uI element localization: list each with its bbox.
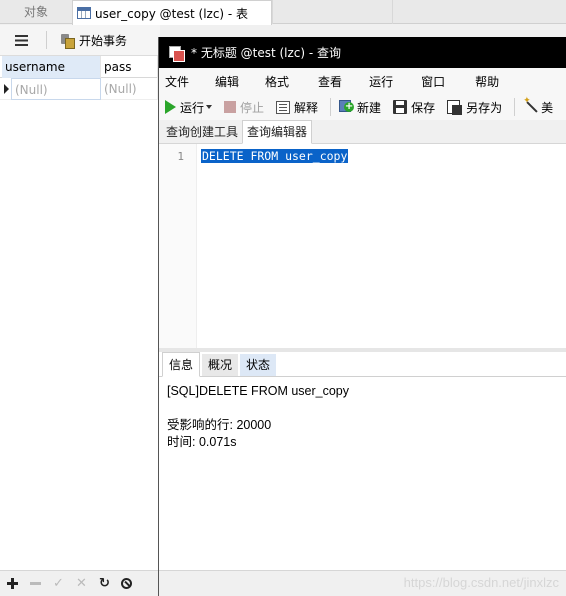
- background-toolbar: 开始事务: [0, 25, 160, 56]
- apply-check-icon[interactable]: ✓: [52, 577, 65, 590]
- result-time: 时间: 0.071s: [167, 435, 237, 449]
- menu-help[interactable]: 帮助: [475, 73, 499, 90]
- run-button[interactable]: 运行: [165, 99, 213, 116]
- magic-wand-icon: [523, 96, 537, 114]
- chevron-down-icon[interactable]: [206, 105, 213, 109]
- explain-icon: [276, 100, 291, 114]
- query-window-title: * 无标题 @test (lzc) - 查询: [191, 46, 342, 60]
- save-as-button[interactable]: 另存为: [447, 99, 502, 116]
- menu-window[interactable]: 窗口: [421, 73, 445, 90]
- menu-format[interactable]: 格式: [265, 73, 289, 90]
- watermark-text: https://blog.csdn.net/jinxlzc: [403, 575, 559, 590]
- query-title-bar[interactable]: * 无标题 @test (lzc) - 查询: [159, 37, 566, 68]
- result-blank-line: [167, 400, 558, 417]
- query-toolbar: 运行 停止 解释 新建 保存 另存为 美: [159, 94, 566, 120]
- line-number: 1: [177, 150, 184, 163]
- grid-cell-pass[interactable]: (Null): [101, 77, 158, 100]
- tab-query-editor[interactable]: 查询编辑器: [242, 120, 313, 144]
- grid-cell-username[interactable]: (Null): [11, 77, 101, 100]
- toolbar-separator: [514, 98, 516, 116]
- tab-profile[interactable]: 概况: [202, 354, 239, 376]
- result-affected-rows: 受影响的行: 20000: [167, 418, 272, 432]
- result-sql-line: [SQL]DELETE FROM user_copy: [167, 384, 350, 398]
- explain-label: 解释: [294, 100, 319, 115]
- hamburger-menu-icon[interactable]: [15, 34, 28, 46]
- save-disk-icon: [393, 100, 408, 114]
- transaction-icon[interactable]: [61, 33, 75, 49]
- stop-circle-icon[interactable]: [121, 578, 132, 589]
- query-tab-bar: 查询创建工具 查询编辑器: [159, 120, 566, 144]
- save-as-label: 另存为: [466, 100, 503, 115]
- line-number-gutter: 1: [159, 144, 197, 348]
- tab-divider: [272, 0, 286, 24]
- tab-status[interactable]: 状态: [240, 354, 277, 376]
- delete-record-icon[interactable]: [29, 577, 42, 590]
- column-header-pass[interactable]: pass: [101, 56, 158, 78]
- grid-header-row: username pass: [0, 56, 160, 78]
- new-query-button[interactable]: 新建: [339, 99, 381, 116]
- menu-bar: 文件 编辑 格式 查看 运行 窗口 帮助: [159, 68, 566, 94]
- save-as-icon: [447, 99, 463, 115]
- menu-file[interactable]: 文件: [165, 73, 189, 90]
- tab-query-builder[interactable]: 查询创建工具: [162, 121, 242, 143]
- menu-view[interactable]: 查看: [318, 73, 342, 90]
- table-icon: [77, 7, 91, 19]
- selected-sql-text[interactable]: DELETE FROM user_copy: [201, 149, 349, 163]
- background-tab-bar: 对象 user_copy @test (lzc) - 表: [0, 0, 566, 25]
- toolbar-separator: [330, 98, 332, 116]
- run-label: 运行: [180, 100, 205, 115]
- tab-objects[interactable]: 对象: [0, 0, 72, 24]
- beautify-label: 美: [541, 100, 554, 115]
- query-window: * 无标题 @test (lzc) - 查询 文件 编辑 格式 查看 运行 窗口…: [158, 37, 566, 596]
- query-status-bar: https://blog.csdn.net/jinxlzc: [159, 570, 566, 596]
- explain-button[interactable]: 解释: [276, 99, 318, 116]
- sql-code-area[interactable]: DELETE FROM user_copy: [197, 144, 349, 348]
- refresh-icon[interactable]: ↻: [98, 577, 111, 590]
- tab-message[interactable]: 信息: [162, 352, 201, 377]
- discard-x-icon[interactable]: ✕: [75, 577, 88, 590]
- beautify-sql-button[interactable]: 美: [523, 96, 554, 116]
- add-record-icon[interactable]: [6, 577, 19, 590]
- begin-transaction-button[interactable]: 开始事务: [79, 32, 127, 49]
- tab-table-user-copy[interactable]: user_copy @test (lzc) - 表: [72, 0, 272, 25]
- new-query-icon: [339, 100, 355, 114]
- save-button[interactable]: 保存: [393, 99, 435, 116]
- new-label: 新建: [357, 100, 382, 115]
- menu-edit[interactable]: 编辑: [215, 73, 239, 90]
- menu-run[interactable]: 运行: [369, 73, 393, 90]
- stop-button[interactable]: 停止: [224, 99, 264, 116]
- table-row[interactable]: (Null) (Null): [0, 77, 160, 100]
- run-play-icon: [165, 100, 176, 114]
- column-header-username[interactable]: username: [2, 56, 101, 78]
- query-window-icon: [169, 45, 185, 62]
- result-message-pane[interactable]: [SQL]DELETE FROM user_copy 受影响的行: 20000 …: [159, 377, 566, 563]
- save-label: 保存: [411, 100, 436, 115]
- grid-action-bar: ✓ ✕ ↻: [0, 570, 160, 596]
- result-tab-bar: 信息 概况 状态: [159, 352, 566, 377]
- tab-divider: [392, 0, 406, 24]
- tab-table-label: user_copy @test (lzc) - 表: [95, 6, 249, 21]
- stop-square-icon: [224, 101, 237, 113]
- sql-editor[interactable]: 1 DELETE FROM user_copy: [159, 144, 566, 352]
- toolbar-separator: [46, 31, 47, 49]
- current-row-arrow-icon: [0, 78, 11, 100]
- stop-label: 停止: [240, 100, 265, 115]
- data-grid[interactable]: username pass (Null) (Null): [0, 56, 160, 570]
